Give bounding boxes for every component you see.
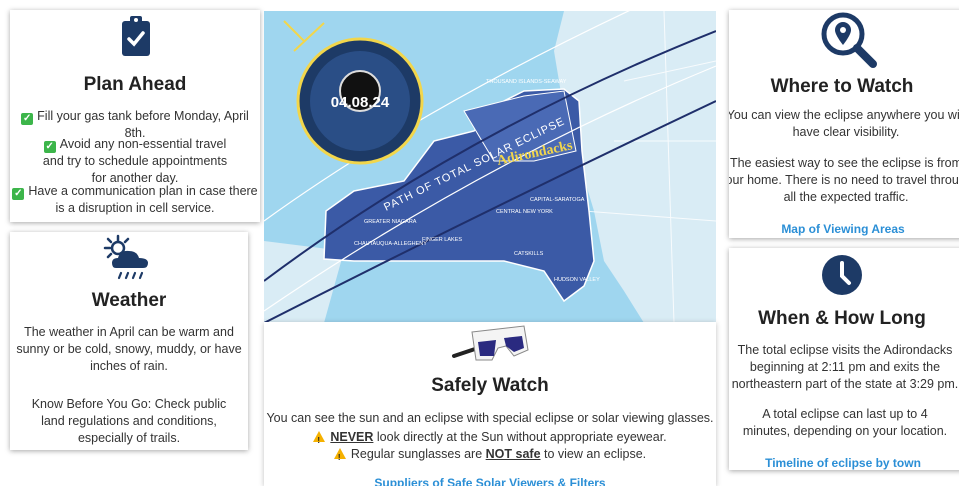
when-how-long-card: When & How Long The total eclipse visits… [729, 248, 959, 470]
safely-text-1: You can see the sun and an eclipse with … [266, 411, 714, 425]
plan-item-travel: ✓ Avoid any non-essential travel and try … [42, 137, 228, 185]
safely-text-2: NEVER look directly at the Sun without a… [264, 429, 716, 449]
check-icon: ✓ [12, 188, 25, 200]
map-search-icon [821, 12, 877, 73]
region-label: GREATER NIAGARA [364, 219, 417, 225]
safely-watch-title: Safely Watch [431, 375, 549, 396]
plan-item-communication: ✓ Have a communication plan in case there… [12, 184, 258, 215]
map-graphic: 04.08.24 PATH OF TOTAL SOLAR ECLIPSE Adi… [264, 11, 716, 323]
weather-title: Weather [91, 290, 167, 311]
region-label: CAPITAL-SARATOGA [530, 197, 585, 203]
plan-ahead-title: Plan Ahead [83, 74, 187, 95]
where-text-1: You can view the eclipse anywhere you wi… [729, 108, 959, 139]
where-to-watch-title: Where to Watch [770, 76, 914, 97]
region-label: CHAUTAUQUA-ALLEGHENY [354, 241, 427, 247]
eclipse-glasses-icon [448, 324, 534, 373]
region-label: FINGER LAKES [422, 237, 462, 243]
warning-icon [313, 431, 326, 449]
where-to-watch-card: Where to Watch You can view the eclipse … [729, 10, 959, 238]
eclipse-path-map: 04.08.24 PATH OF TOTAL SOLAR ECLIPSE Adi… [264, 11, 716, 323]
suppliers-link[interactable]: Suppliers of Safe Solar Viewers & Filter… [264, 476, 716, 486]
warning-icon [333, 448, 346, 466]
safely-watch-card: Safely Watch You can see the sun and an … [264, 322, 716, 486]
when-text-2: A total eclipse can last up to 4 minutes… [742, 407, 948, 438]
when-how-long-title: When & How Long [758, 308, 926, 329]
region-label: THOUSAND ISLANDS-SEAWAY [486, 79, 567, 85]
plan-ahead-card: Plan Ahead ✓ Fill your gas tank before Mo… [10, 10, 260, 222]
check-icon: ✓ [21, 113, 34, 125]
map-of-viewing-areas-link[interactable]: Map of Viewing Areas [729, 222, 959, 236]
when-text-1: The total eclipse visits the Adirondacks… [731, 343, 959, 391]
weather-card: Weather The weather in April can be warm… [10, 232, 248, 450]
not-safe-emphasis: NOT safe [485, 447, 541, 461]
region-label: HUDSON VALLEY [554, 277, 600, 283]
never-emphasis: NEVER [330, 430, 374, 444]
cloud-sun-rain-icon [102, 234, 154, 287]
clipboard-check-icon [122, 16, 150, 61]
where-text-2: The easiest way to see the eclipse is fr… [729, 156, 959, 204]
weather-text-2: Know Before You Go: Check public land re… [31, 397, 227, 445]
region-label: CATSKILLS [514, 251, 544, 257]
weather-text-1: The weather in April can be warm and sun… [16, 325, 242, 373]
eclipse-date-badge: 04.08.24 [331, 94, 390, 111]
check-icon: ✓ [43, 141, 56, 153]
clock-icon [821, 254, 863, 301]
region-label: CENTRAL NEW YORK [496, 209, 553, 215]
safely-text-3: Regular sunglasses are NOT safe to view … [264, 446, 716, 466]
timeline-link[interactable]: Timeline of eclipse by town [729, 456, 959, 470]
